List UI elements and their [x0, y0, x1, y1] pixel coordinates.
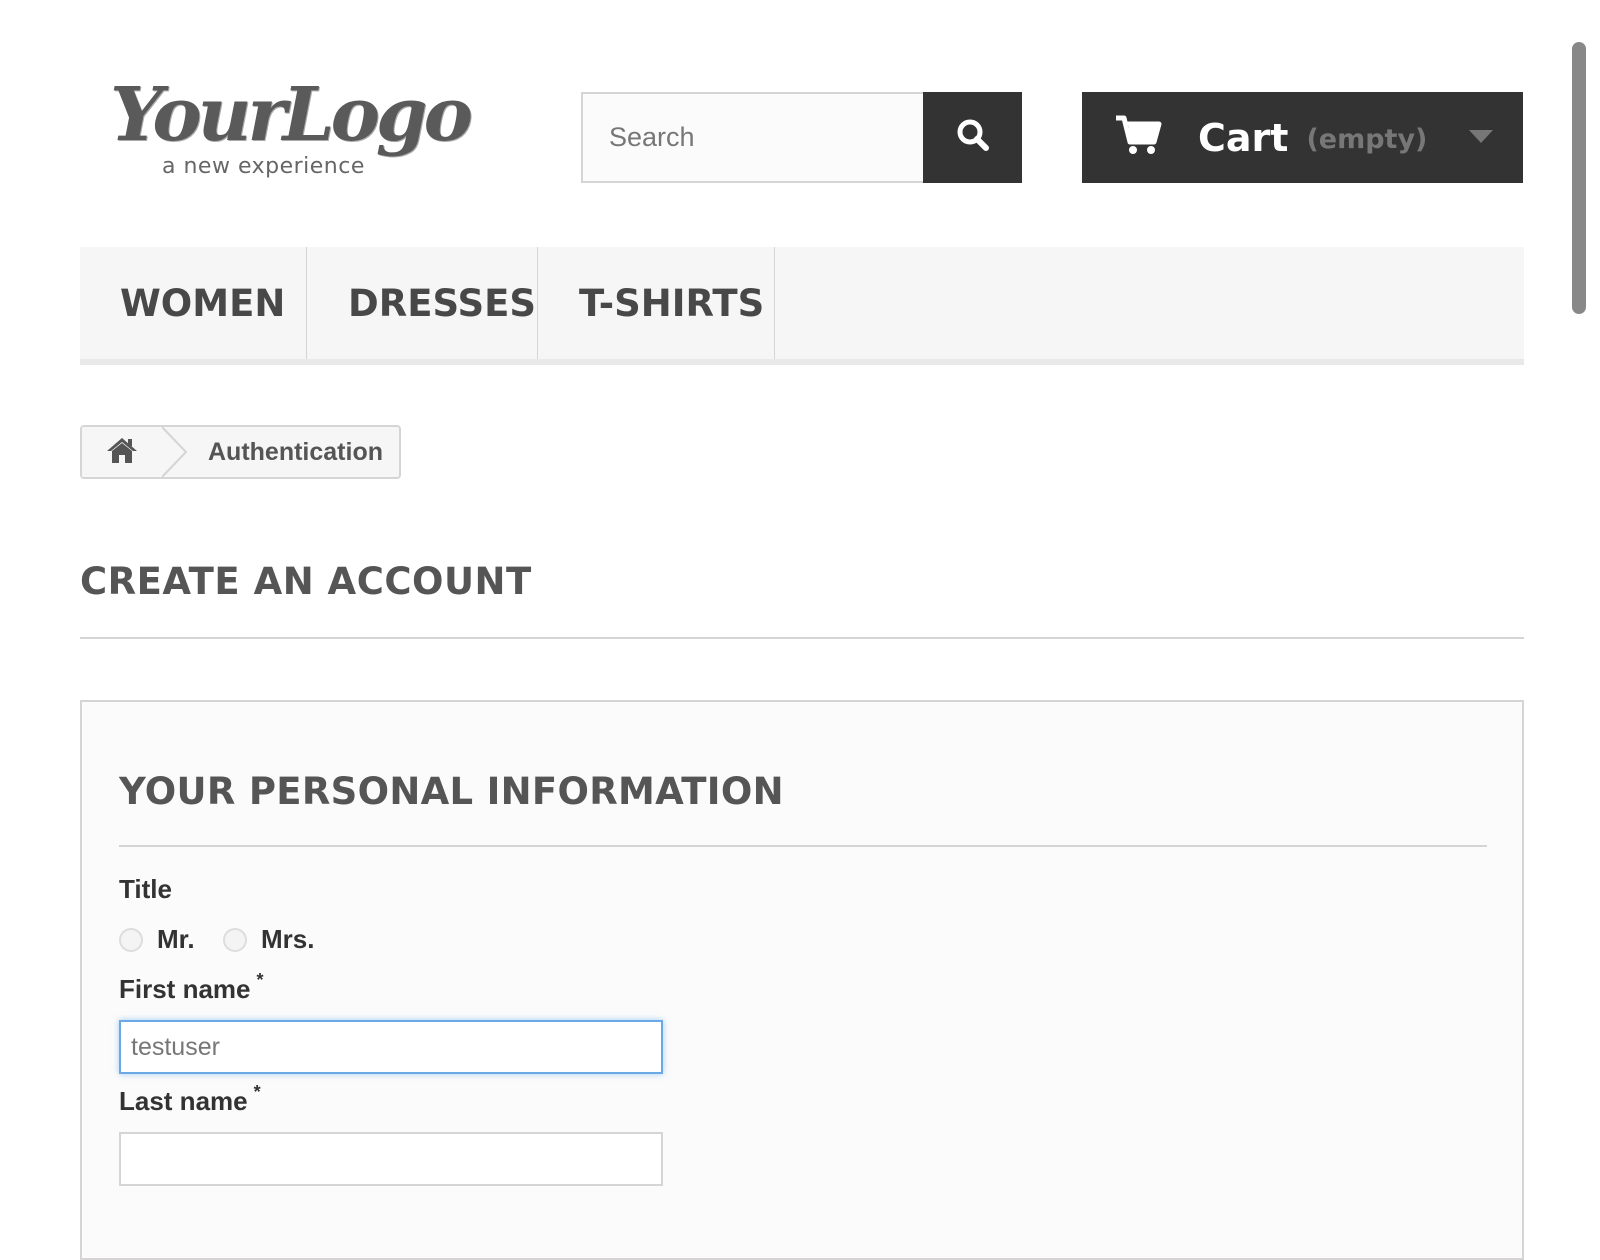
menu-item-label: T-SHIRTS [579, 281, 765, 325]
cart-label: Cart [1198, 115, 1289, 160]
required-marker: * [253, 1082, 261, 1102]
radio-mrs[interactable] [223, 927, 247, 952]
breadcrumb: Authentication [80, 425, 401, 479]
radio-mr[interactable] [119, 927, 143, 952]
breadcrumb-separator [162, 427, 188, 477]
first-name-field[interactable] [119, 1020, 663, 1074]
search-button[interactable] [923, 92, 1022, 183]
site-logo[interactable]: YourLogo a new experience [110, 72, 473, 190]
first-name-label: First name * [119, 970, 264, 1005]
menu-item-label: DRESSES [348, 281, 537, 325]
search-bar [581, 92, 1022, 183]
cart-icon [1114, 114, 1162, 161]
scrollbar[interactable] [1572, 42, 1586, 314]
menu-item-label: WOMEN [120, 281, 286, 325]
cart-status: (empty) [1306, 124, 1428, 155]
section-title: YOUR PERSONAL INFORMATION [119, 770, 784, 813]
logo-text: YourLogo [110, 72, 473, 158]
radio-mrs-label: Mrs. [261, 924, 315, 954]
cart-button[interactable]: Cart (empty) [1082, 92, 1523, 183]
first-name-label-text: First name [119, 974, 251, 1004]
search-icon [956, 118, 990, 157]
title-option-mrs[interactable]: Mrs. [223, 924, 314, 955]
home-icon [106, 436, 138, 469]
breadcrumb-current: Authentication [208, 437, 383, 466]
menu-item-women[interactable]: WOMEN [80, 247, 307, 359]
account-form: YOUR PERSONAL INFORMATION Title Mr. Mrs.… [80, 700, 1524, 1260]
search-input[interactable] [581, 92, 923, 183]
last-name-field[interactable] [119, 1132, 663, 1186]
breadcrumb-home[interactable] [82, 427, 162, 477]
menu-item-tshirts[interactable]: T-SHIRTS [538, 247, 775, 359]
radio-mr-label: Mr. [157, 924, 195, 954]
title-label: Title [119, 874, 172, 904]
main-menu: WOMEN DRESSES T-SHIRTS [80, 247, 1524, 365]
heading-divider [80, 637, 1524, 639]
required-marker: * [256, 970, 264, 990]
caret-down-icon[interactable] [1469, 130, 1493, 149]
logo-tagline: a new experience [162, 154, 365, 179]
title-option-mr[interactable]: Mr. [119, 924, 195, 955]
section-divider [119, 845, 1487, 847]
page-title: CREATE AN ACCOUNT [80, 560, 532, 603]
menu-item-dresses[interactable]: DRESSES [307, 247, 538, 359]
last-name-label: Last name * [119, 1082, 261, 1117]
last-name-label-text: Last name [119, 1086, 248, 1116]
